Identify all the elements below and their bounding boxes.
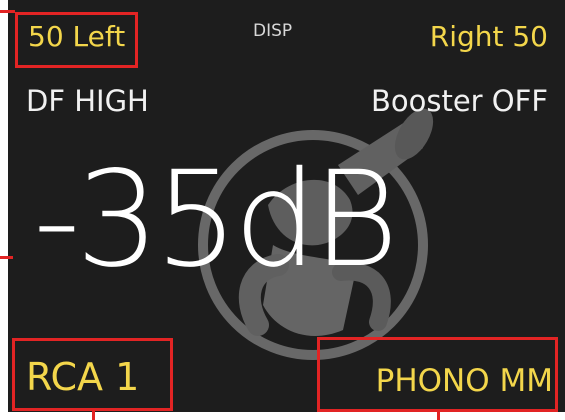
balance-left-highlight [15,12,138,68]
volume-readout: -35dB [33,143,399,297]
phono-mode-highlight [317,337,558,412]
volume-connector [0,256,13,259]
input-source-highlight [12,338,173,411]
balance-right-label[interactable]: Right 50 [430,23,548,51]
df-status: DF HIGH [26,84,149,118]
balance-left-connector [0,10,15,13]
phono-mode-connector [437,410,440,420]
input-source-connector [92,410,95,420]
booster-status: Booster OFF [370,84,548,118]
disp-label[interactable]: DISP [253,23,292,40]
